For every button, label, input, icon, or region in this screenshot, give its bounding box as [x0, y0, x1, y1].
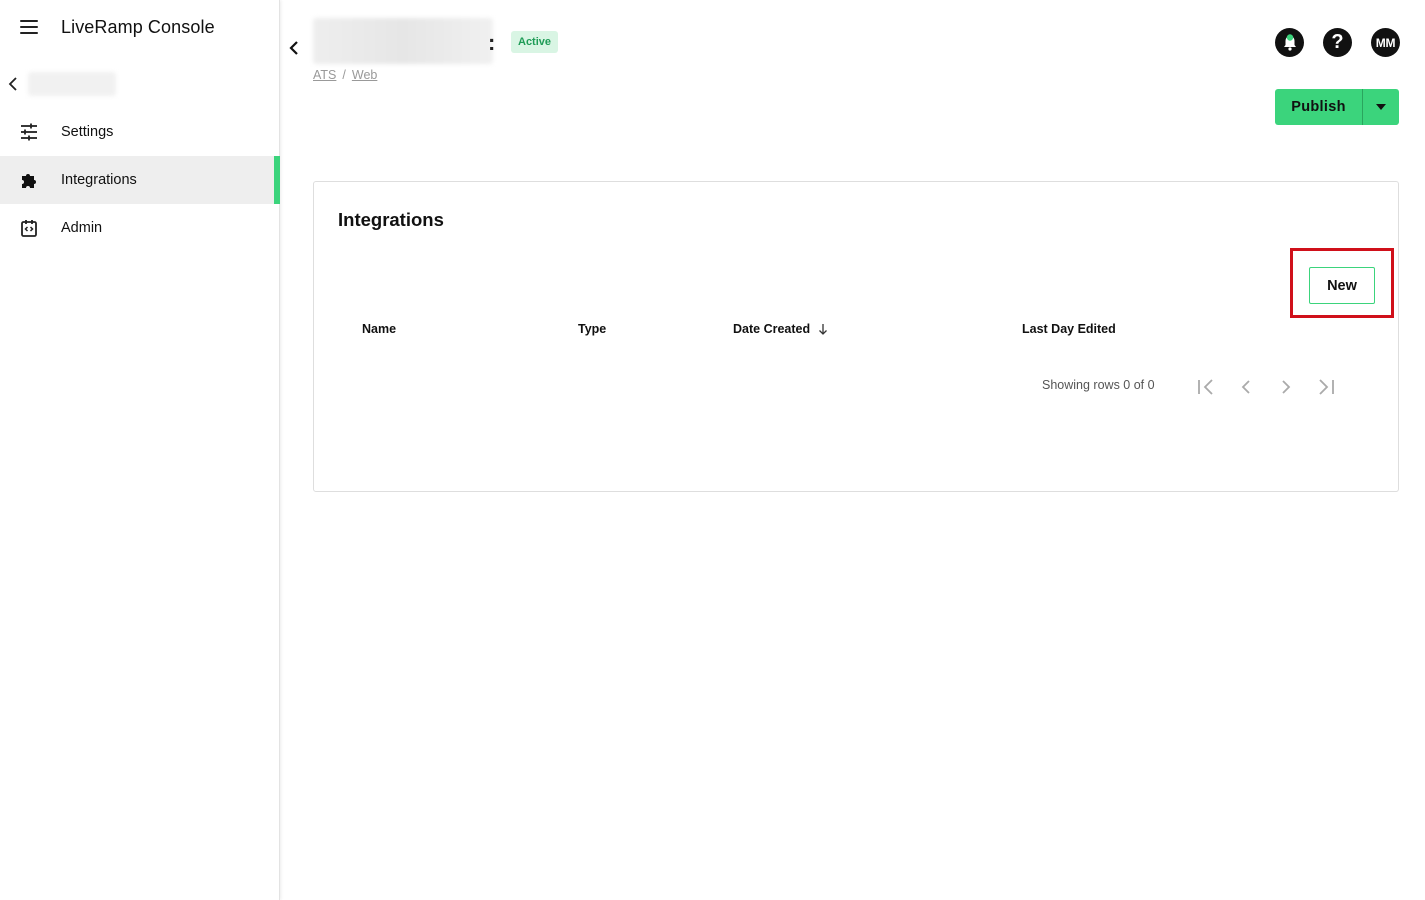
- hamburger-menu-icon[interactable]: [20, 20, 38, 36]
- column-header-label: Last Day Edited: [1022, 322, 1116, 336]
- sidebar-item-integrations[interactable]: Integrations: [0, 156, 280, 204]
- sidebar-item-label: Settings: [61, 124, 114, 140]
- sidebar-item-label: Admin: [61, 220, 103, 236]
- code-calendar-icon: [21, 220, 37, 237]
- column-header-label: Date Created: [733, 322, 811, 336]
- avatar-initials: MM: [1375, 35, 1396, 50]
- card-title: Integrations: [338, 209, 444, 230]
- user-avatar[interactable]: MM: [1371, 28, 1400, 57]
- sort-arrow-down-icon[interactable]: [818, 323, 828, 335]
- previous-page-icon[interactable]: [1236, 377, 1256, 397]
- sidebar: LiveRamp Console Settings Integrations A…: [0, 0, 280, 900]
- puzzle-icon: [22, 174, 36, 188]
- column-header-last-day-edited[interactable]: Last Day Edited: [1022, 322, 1116, 336]
- breadcrumb-link-ats[interactable]: ATS: [313, 68, 336, 82]
- sliders-icon: [21, 123, 37, 141]
- column-header-name[interactable]: Name: [362, 322, 396, 336]
- sidebar-back-link[interactable]: [0, 68, 280, 100]
- help-glyph: ?: [1331, 31, 1344, 53]
- sidebar-item-admin[interactable]: Admin: [0, 204, 280, 252]
- redacted-page-title: [313, 18, 493, 64]
- rows-info: Showing rows 0 of 0: [1042, 378, 1155, 392]
- redacted-account-name: [28, 72, 116, 96]
- title-separator: :: [488, 30, 496, 55]
- chevron-left-icon[interactable]: [4, 74, 24, 94]
- sidebar-item-label: Integrations: [61, 172, 137, 188]
- app-title: LiveRamp Console: [61, 17, 215, 37]
- column-header-type[interactable]: Type: [578, 322, 606, 336]
- publish-button[interactable]: Publish: [1275, 89, 1362, 125]
- last-page-icon[interactable]: [1316, 377, 1336, 397]
- back-chevron-icon[interactable]: [286, 38, 302, 58]
- sidebar-header: LiveRamp Console: [0, 0, 280, 56]
- column-header-label: Type: [578, 322, 607, 336]
- publish-dropdown-button[interactable]: [1362, 89, 1399, 125]
- notifications-bell-icon[interactable]: [1275, 28, 1304, 57]
- breadcrumb-link-web[interactable]: Web: [352, 68, 377, 82]
- new-integration-button[interactable]: New: [1309, 267, 1375, 304]
- first-page-icon[interactable]: [1196, 377, 1216, 397]
- status-badge: Active: [511, 31, 559, 53]
- next-page-icon[interactable]: [1276, 377, 1296, 397]
- caret-down-icon: [1376, 104, 1386, 110]
- integrations-card: Integrations New Name Type Date Created …: [313, 181, 1399, 492]
- column-header-label: Name: [362, 322, 397, 336]
- bell-icon: [1283, 33, 1296, 51]
- column-header-date-created[interactable]: Date Created: [733, 322, 828, 336]
- sidebar-item-settings[interactable]: Settings: [0, 108, 280, 156]
- breadcrumb-separator: /: [342, 68, 346, 82]
- help-icon[interactable]: ?: [1323, 28, 1352, 57]
- breadcrumb: ATS / Web: [313, 68, 377, 82]
- publish-button-group: Publish: [1275, 89, 1399, 125]
